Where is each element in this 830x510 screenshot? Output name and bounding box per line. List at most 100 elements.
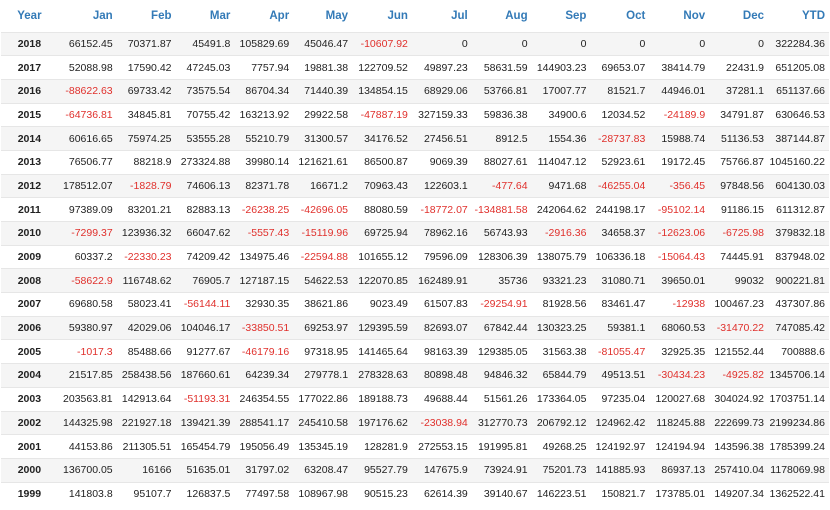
cell-jun: 122709.52 bbox=[352, 55, 412, 80]
cell-oct: 124962.42 bbox=[590, 410, 650, 435]
cell-oct: 81521.7 bbox=[590, 78, 650, 104]
cell-apr: -33850.51 bbox=[234, 315, 294, 340]
cell-may: 177022.86 bbox=[293, 386, 353, 411]
cell-ytd: 437307.86 bbox=[768, 292, 829, 317]
cell-mar: 74606.13 bbox=[175, 173, 235, 198]
cell-jun: 69725.94 bbox=[352, 221, 412, 246]
cell-jan: 203563.81 bbox=[57, 386, 117, 411]
cell-dec: 99032 bbox=[709, 268, 768, 293]
cell-apr: 195056.49 bbox=[234, 434, 294, 459]
cell-nov: -12623.06 bbox=[649, 221, 710, 246]
cell-dec: 257410.04 bbox=[709, 457, 768, 483]
cell-sep: 65844.79 bbox=[531, 363, 591, 388]
cell-mar: 53555.28 bbox=[175, 126, 235, 151]
cell-aug: 35736 bbox=[471, 268, 532, 293]
column-header-year[interactable]: Year bbox=[1, 0, 58, 32]
cell-jan: 60616.65 bbox=[57, 126, 117, 151]
cell-oct: 150821.7 bbox=[590, 481, 650, 506]
cell-mar: 126837.5 bbox=[175, 481, 235, 506]
cell-may: 97318.95 bbox=[293, 339, 353, 364]
cell-oct: -28737.83 bbox=[590, 126, 650, 151]
cell-ytd: 1345706.14 bbox=[768, 363, 829, 388]
cell-aug: 53766.81 bbox=[471, 78, 532, 104]
table-row: 2009 60337.2 -22330.23 74209.42 134975.46 -22… bbox=[1, 244, 829, 269]
cell-ytd: 604130.03 bbox=[768, 173, 829, 198]
cell-feb: 221927.18 bbox=[116, 410, 176, 435]
cell-aug: 94846.32 bbox=[471, 363, 532, 388]
cell-sep: 144903.23 bbox=[531, 55, 591, 80]
cell-dec: 121552.44 bbox=[709, 339, 768, 364]
column-header-may[interactable]: May bbox=[293, 0, 352, 32]
row-year: 2001 bbox=[1, 434, 58, 459]
cell-ytd: 837948.02 bbox=[768, 244, 829, 269]
column-header-jul[interactable]: Jul bbox=[412, 0, 472, 32]
cell-nov: -24189.9 bbox=[649, 102, 710, 127]
column-header-sep[interactable]: Sep bbox=[532, 0, 591, 32]
cell-ytd: 630646.53 bbox=[768, 102, 829, 127]
cell-jun: 122070.85 bbox=[352, 268, 412, 293]
cell-nov: 39650.01 bbox=[649, 268, 710, 293]
cell-jun: 141465.64 bbox=[352, 339, 412, 364]
column-header-oct[interactable]: Oct bbox=[590, 0, 649, 32]
cell-nov: 0 bbox=[649, 31, 710, 56]
cell-may: 31300.57 bbox=[293, 126, 353, 151]
cell-ytd: 1178069.98 bbox=[768, 457, 829, 483]
cell-aug: 67842.44 bbox=[471, 315, 532, 340]
table-row: 2004 21517.85 258438.56 187660.61 64239.34 27… bbox=[1, 363, 829, 388]
cell-oct: 12034.52 bbox=[590, 102, 650, 127]
cell-jan: 69680.58 bbox=[57, 292, 117, 317]
cell-jul: 9069.39 bbox=[411, 149, 472, 175]
cell-jan: 44153.86 bbox=[57, 434, 117, 459]
row-year: 2003 bbox=[1, 386, 58, 411]
column-header-feb[interactable]: Feb bbox=[117, 0, 176, 32]
cell-dec: 149207.34 bbox=[709, 481, 768, 506]
cell-sep: 34900.6 bbox=[531, 102, 591, 127]
cell-sep: 93321.23 bbox=[531, 268, 591, 293]
cell-oct: 97235.04 bbox=[590, 386, 650, 411]
cell-jul: -18772.07 bbox=[411, 197, 472, 222]
cell-ytd: 700888.6 bbox=[768, 339, 829, 364]
cell-jul: 0 bbox=[411, 31, 472, 56]
cell-aug: 58631.59 bbox=[471, 55, 532, 80]
table-row: 2016 -88622.63 69733.42 73575.54 86704.34 714… bbox=[1, 78, 829, 104]
cell-mar: 139421.39 bbox=[175, 410, 235, 435]
table-row: 2011 97389.09 83201.21 82883.13 -26238.25 -42… bbox=[1, 197, 829, 222]
column-header-apr[interactable]: Apr bbox=[234, 0, 293, 32]
table-row: 2014 60616.65 75974.25 53555.28 55210.79 3130… bbox=[1, 126, 829, 151]
cell-may: 54622.53 bbox=[293, 268, 353, 293]
cell-mar: 45491.8 bbox=[175, 31, 235, 56]
cell-ytd: 900221.81 bbox=[768, 268, 829, 293]
column-header-nov[interactable]: Nov bbox=[649, 0, 709, 32]
cell-jul: -23038.94 bbox=[411, 410, 472, 435]
cell-dec: 75766.87 bbox=[709, 149, 768, 175]
cell-jun: 197176.62 bbox=[352, 410, 412, 435]
column-header-jun[interactable]: Jun bbox=[352, 0, 412, 32]
column-header-dec[interactable]: Dec bbox=[709, 0, 768, 32]
cell-jan: -88622.63 bbox=[57, 78, 117, 104]
cell-jul: 79596.09 bbox=[411, 244, 472, 269]
cell-aug: 191995.81 bbox=[471, 434, 532, 459]
cell-apr: 163213.92 bbox=[234, 102, 294, 127]
column-header-aug[interactable]: Aug bbox=[472, 0, 532, 32]
cell-mar: 104046.17 bbox=[175, 315, 235, 340]
cell-jun: 189188.73 bbox=[352, 386, 412, 411]
column-header-mar[interactable]: Mar bbox=[176, 0, 235, 32]
row-year: 2000 bbox=[1, 457, 58, 483]
cell-feb: 34845.81 bbox=[116, 102, 176, 127]
column-header-ytd[interactable]: YTD bbox=[768, 0, 829, 32]
cell-jul: 82693.07 bbox=[411, 315, 472, 340]
row-year: 2008 bbox=[1, 268, 58, 293]
cell-nov: 173785.01 bbox=[649, 481, 710, 506]
cell-apr: 127187.15 bbox=[234, 268, 294, 293]
cell-feb: 42029.06 bbox=[116, 315, 176, 340]
cell-oct: 31080.71 bbox=[590, 268, 650, 293]
cell-jul: 80898.48 bbox=[411, 363, 472, 388]
cell-mar: -56144.11 bbox=[175, 292, 235, 317]
table-row: 2006 59380.97 42029.06 104046.17 -33850.51 69… bbox=[1, 315, 829, 340]
cell-sep: 1554.36 bbox=[531, 126, 591, 151]
column-header-jan[interactable]: Jan bbox=[58, 0, 117, 32]
cell-sep: 49268.25 bbox=[531, 434, 591, 459]
cell-apr: 86704.34 bbox=[234, 78, 294, 104]
cell-ytd: 2199234.86 bbox=[768, 410, 829, 435]
cell-sep: 242064.62 bbox=[531, 197, 591, 222]
